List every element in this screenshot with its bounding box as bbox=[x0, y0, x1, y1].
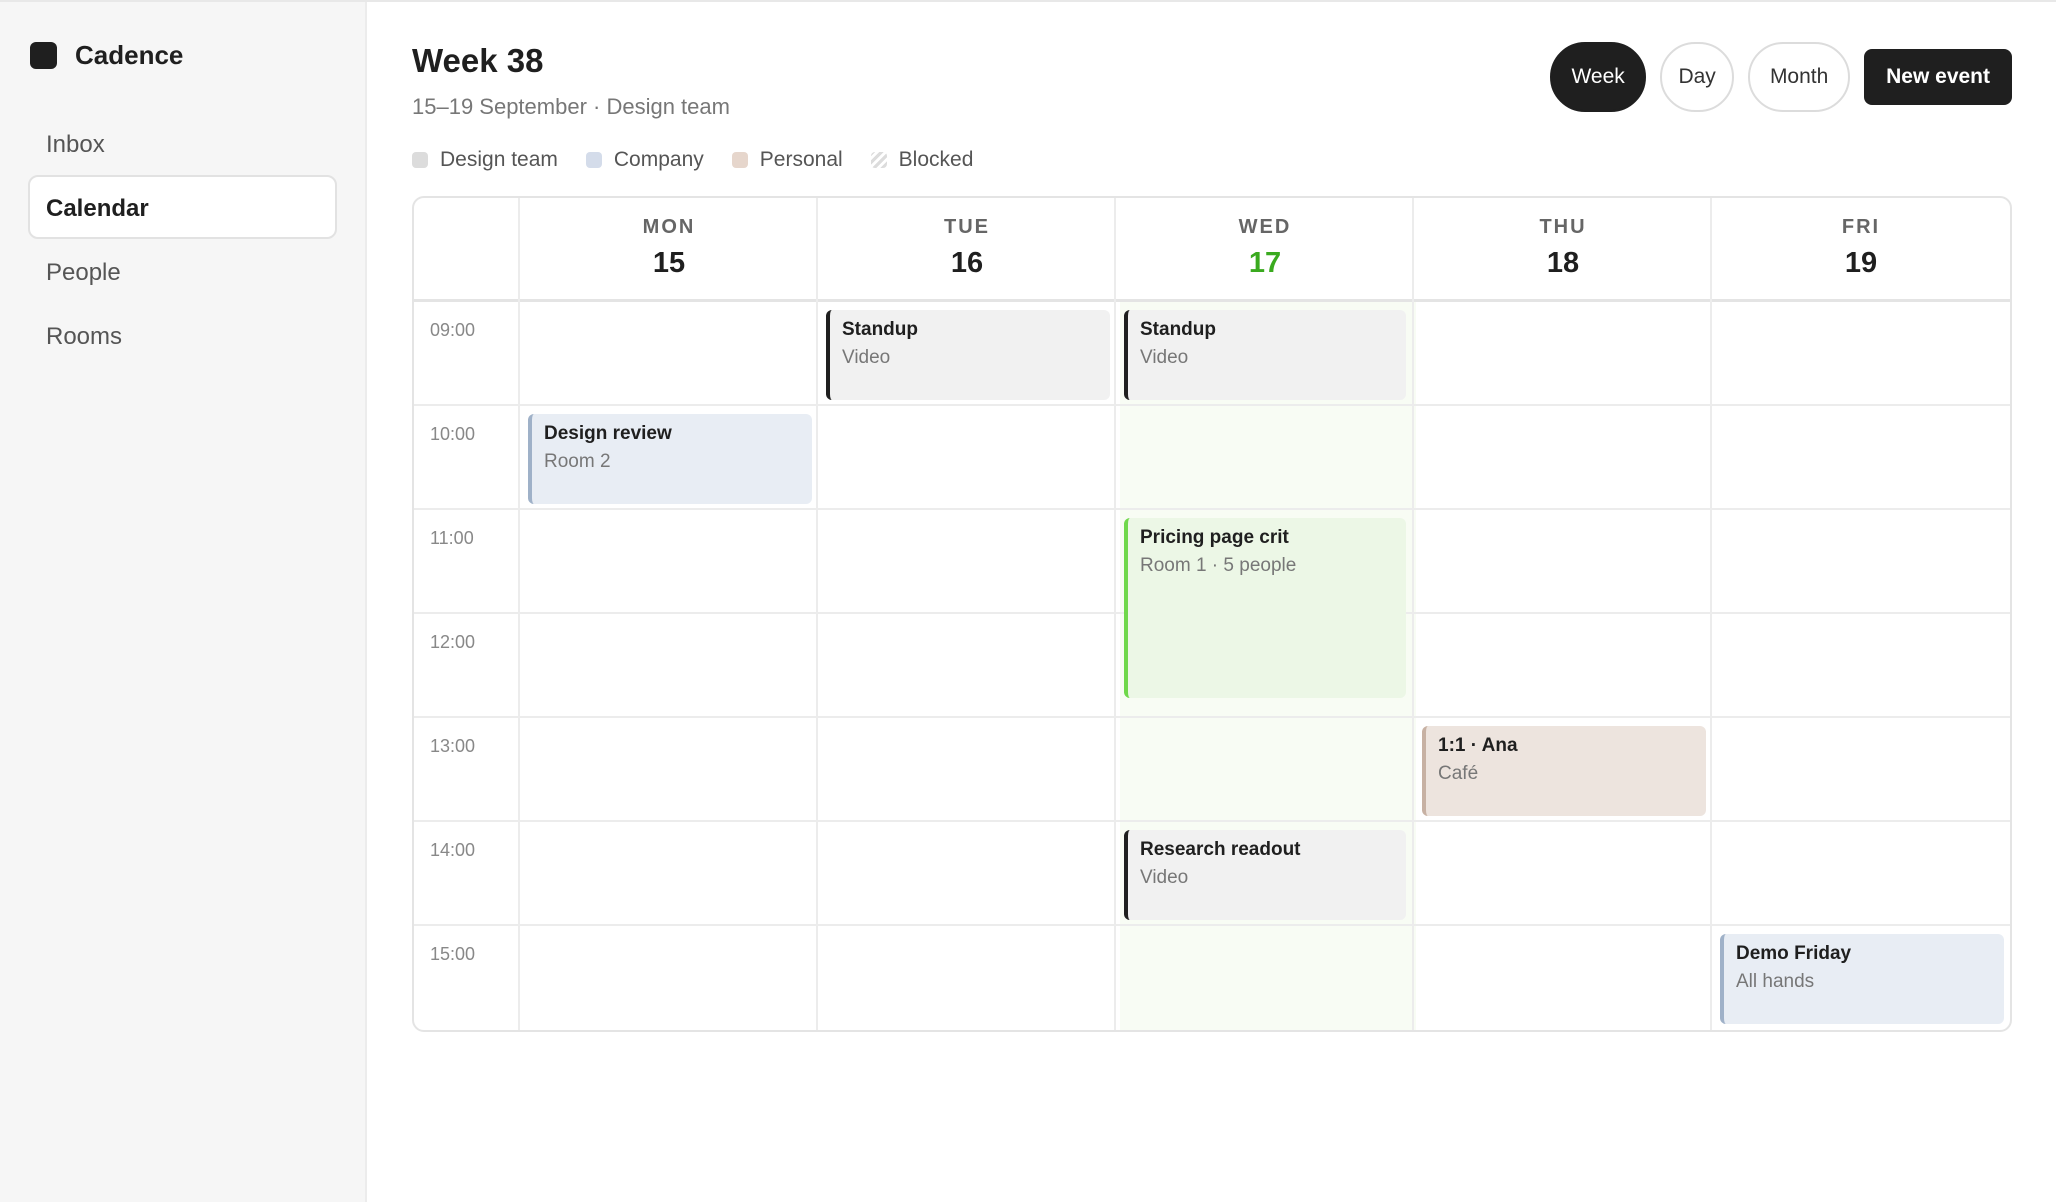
event-title: Standup bbox=[1140, 319, 1216, 340]
grid-line bbox=[414, 820, 2010, 822]
day-header-thu: THU 18 bbox=[1414, 198, 1712, 302]
time-gutter-header bbox=[414, 198, 520, 302]
event-location: Video bbox=[1140, 347, 1189, 368]
event-location: Video bbox=[842, 347, 891, 368]
page-title: Week 38 bbox=[412, 42, 544, 79]
logo-icon bbox=[30, 42, 57, 69]
event-location: Room 1 · 5 people bbox=[1140, 555, 1297, 576]
legend-item-personal: Personal bbox=[731, 148, 843, 172]
day-header-mon: MON 15 bbox=[520, 198, 818, 302]
event-standup-tue[interactable]: Standup Video bbox=[826, 310, 1110, 400]
time-label: 14:00 bbox=[430, 840, 476, 860]
view-month-button[interactable]: Month bbox=[1748, 42, 1851, 112]
day-number: 15 bbox=[652, 247, 686, 279]
event-title: Pricing page crit bbox=[1140, 527, 1289, 548]
day-name: FRI bbox=[1841, 216, 1881, 238]
grid-line bbox=[816, 198, 818, 1030]
brand: Cadence bbox=[28, 40, 337, 71]
legend-label: Blocked bbox=[898, 148, 974, 171]
legend-swatch bbox=[585, 152, 602, 168]
day-header-tue: TUE 16 bbox=[818, 198, 1116, 302]
grid-line bbox=[414, 404, 2010, 406]
sidebar-item-inbox[interactable]: Inbox bbox=[28, 111, 337, 175]
event-demo-friday[interactable]: Demo Friday All hands bbox=[1720, 934, 2004, 1024]
calendar-legend: Design team Company Personal Blocked bbox=[412, 148, 973, 172]
grid-line bbox=[1412, 198, 1414, 1030]
legend-swatch bbox=[870, 152, 887, 168]
event-location: Video bbox=[1140, 867, 1189, 888]
grid-line bbox=[414, 924, 2010, 926]
day-header-wed: WED 17 bbox=[1116, 198, 1414, 302]
view-day-button[interactable]: Day bbox=[1660, 42, 1735, 112]
sidebar: Cadence Inbox Calendar People Rooms bbox=[0, 2, 367, 1202]
app-window: Cadence Inbox Calendar People Rooms Week… bbox=[0, 0, 2056, 1202]
time-label: 09:00 bbox=[430, 320, 476, 340]
grid-line bbox=[1114, 198, 1116, 1030]
day-name: THU bbox=[1539, 216, 1587, 238]
day-header-fri: FRI 19 bbox=[1712, 198, 2010, 302]
view-week-button[interactable]: Week bbox=[1550, 42, 1647, 112]
time-label: 13:00 bbox=[430, 736, 476, 756]
time-label: 15:00 bbox=[430, 944, 476, 964]
event-title: Demo Friday bbox=[1736, 943, 1852, 964]
time-label: 10:00 bbox=[430, 424, 476, 444]
day-name: MON bbox=[642, 216, 696, 238]
event-title: Standup bbox=[842, 319, 918, 340]
legend-swatch bbox=[731, 152, 748, 168]
sidebar-item-people[interactable]: People bbox=[28, 239, 337, 303]
grid-line bbox=[518, 198, 520, 1030]
event-title: Research readout bbox=[1140, 839, 1301, 860]
new-event-button[interactable]: New event bbox=[1864, 49, 2012, 105]
page-subtitle: 15–19 September · Design team bbox=[412, 94, 730, 119]
sidebar-item-rooms[interactable]: Rooms bbox=[28, 303, 337, 367]
week-calendar-grid: MON 15 TUE 16 WED 17 THU 18 FRI 19 09:00… bbox=[412, 196, 2012, 1032]
event-research-readout[interactable]: Research readout Video bbox=[1124, 830, 1406, 920]
main-content: Week 38 15–19 September · Design team We… bbox=[367, 2, 2056, 1202]
legend-item-company: Company bbox=[585, 148, 704, 172]
grid-line bbox=[414, 716, 2010, 718]
day-number: 19 bbox=[1844, 247, 1878, 279]
legend-item-design-team: Design team bbox=[412, 148, 558, 172]
event-location: Room 2 bbox=[544, 451, 611, 472]
day-name: WED bbox=[1238, 216, 1292, 238]
grid-line bbox=[1710, 198, 1712, 1030]
page-header: Week 38 15–19 September · Design team bbox=[412, 42, 730, 120]
brand-name: Cadence bbox=[75, 40, 184, 70]
legend-swatch bbox=[412, 152, 428, 168]
event-standup-wed[interactable]: Standup Video bbox=[1124, 310, 1406, 400]
event-one-on-one-ana[interactable]: 1:1 · Ana Café bbox=[1422, 726, 1706, 816]
view-controls: Week Day Month New event bbox=[1550, 42, 2012, 112]
event-title: 1:1 · Ana bbox=[1438, 735, 1518, 756]
day-number: 18 bbox=[1546, 247, 1580, 279]
event-location: Café bbox=[1438, 763, 1479, 784]
day-number-today: 17 bbox=[1248, 247, 1282, 279]
event-location: All hands bbox=[1736, 971, 1815, 992]
event-title: Design review bbox=[544, 423, 672, 444]
time-label: 12:00 bbox=[430, 632, 476, 652]
event-pricing-page-crit[interactable]: Pricing page crit Room 1 · 5 people bbox=[1124, 518, 1406, 698]
legend-label: Company bbox=[613, 148, 704, 171]
legend-label: Personal bbox=[759, 148, 843, 171]
sidebar-item-calendar[interactable]: Calendar bbox=[28, 175, 337, 239]
day-name: TUE bbox=[944, 216, 990, 238]
legend-item-blocked: Blocked bbox=[870, 148, 974, 172]
event-design-review[interactable]: Design review Room 2 bbox=[528, 414, 812, 504]
grid-line bbox=[414, 508, 2010, 510]
legend-label: Design team bbox=[440, 148, 558, 171]
time-label: 11:00 bbox=[430, 528, 474, 548]
day-number: 16 bbox=[950, 247, 984, 279]
